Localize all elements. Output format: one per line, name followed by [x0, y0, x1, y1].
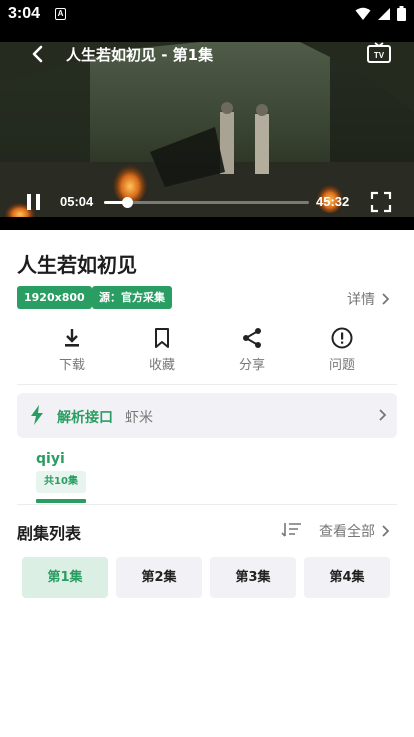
video-title: 人生若如初见 - 第1集 — [66, 46, 214, 64]
bookmark-button[interactable]: 收藏 — [127, 322, 197, 378]
share-label: 分享 — [238, 358, 265, 373]
seek-thumb[interactable] — [121, 197, 133, 208]
details-link[interactable]: 详情 — [347, 289, 390, 309]
status-time: 3:04 — [8, 5, 41, 22]
view-all-label: 查看全部 — [319, 524, 375, 540]
svg-text:TV: TV — [374, 51, 385, 60]
episode-button[interactable]: 第3集 — [210, 557, 296, 598]
bookmark-icon — [155, 328, 169, 348]
episode-list-title: 剧集列表 — [17, 524, 82, 543]
share-icon — [243, 328, 261, 348]
total-time: 45:32 — [316, 194, 350, 209]
resolution-tag: 1920x800 — [17, 286, 92, 309]
back-arrow-icon[interactable] — [26, 42, 50, 66]
bookmark-label: 收藏 — [148, 358, 175, 373]
video-player[interactable]: 人生若如初见 - 第1集 TV 05:04 45:32 — [0, 30, 414, 230]
player-top-bar: 人生若如初见 - 第1集 TV — [0, 30, 414, 78]
download-icon — [65, 329, 79, 347]
show-title: 人生若如初见 — [17, 253, 137, 277]
chevron-right-icon — [382, 525, 390, 537]
share-button[interactable]: 分享 — [217, 322, 287, 378]
view-all-link[interactable]: 查看全部 — [319, 521, 390, 541]
sort-icon[interactable] — [281, 521, 303, 539]
report-issue-button[interactable]: 问题 — [307, 322, 377, 378]
episode-count-badge: 共10集 — [36, 471, 86, 493]
provider-tab-indicator — [36, 499, 86, 503]
divider — [17, 384, 397, 385]
chevron-right-icon — [382, 293, 390, 305]
action-row: 下载 收藏 分享 问题 — [17, 322, 397, 378]
signal-icon — [378, 7, 390, 20]
status-bar: 3:04 A — [0, 0, 414, 30]
download-label: 下载 — [58, 358, 85, 373]
episode-button[interactable]: 第1集 — [22, 557, 108, 598]
tv-cast-icon[interactable]: TV — [366, 42, 392, 66]
report-issue-icon — [331, 327, 353, 349]
provider-name: qiyi — [36, 451, 65, 467]
lightning-icon — [31, 405, 43, 425]
report-issue-label: 问题 — [328, 358, 355, 373]
pause-icon[interactable] — [24, 191, 44, 213]
details-label: 详情 — [347, 292, 375, 308]
wifi-icon — [355, 7, 371, 20]
notification-icon: A — [55, 8, 66, 20]
battery-icon — [397, 6, 406, 21]
parser-label: 解析接口 — [57, 410, 113, 426]
provider-tab[interactable]: qiyi 共10集 — [36, 448, 86, 503]
parser-source-selector[interactable]: 解析接口 虾米 — [17, 393, 397, 438]
fullscreen-icon[interactable] — [370, 191, 392, 213]
parser-value: 虾米 — [125, 410, 153, 426]
episode-button[interactable]: 第4集 — [304, 557, 390, 598]
chevron-right-icon — [379, 409, 387, 421]
player-controls: 05:04 45:32 — [0, 185, 414, 219]
seek-bar[interactable] — [104, 197, 309, 208]
system-icons — [355, 6, 406, 21]
episode-button[interactable]: 第2集 — [116, 557, 202, 598]
download-button[interactable]: 下载 — [37, 322, 107, 378]
current-time: 05:04 — [60, 194, 94, 209]
source-tag: 源：官方采集 — [92, 286, 172, 309]
divider — [17, 504, 397, 505]
